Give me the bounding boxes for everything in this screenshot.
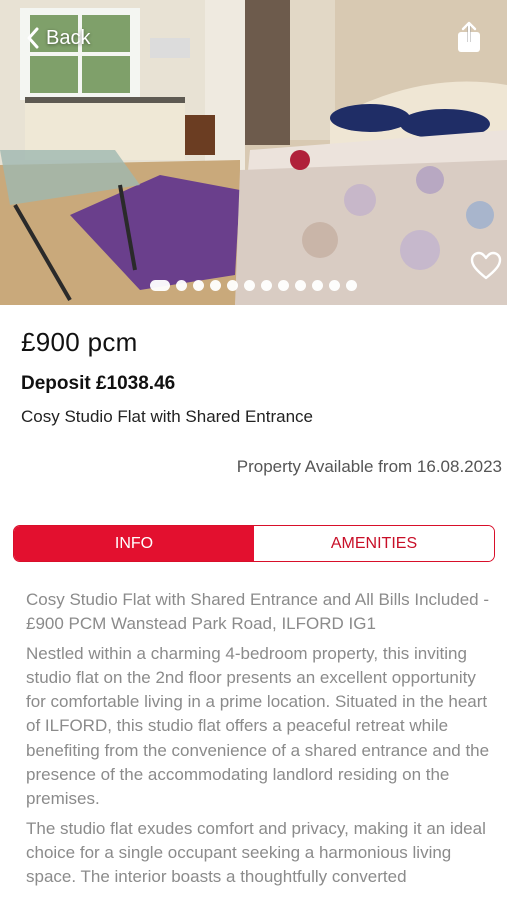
tab-info[interactable]: INFO xyxy=(14,526,254,561)
gallery-dot[interactable] xyxy=(210,280,221,291)
property-photo-gallery[interactable]: Back xyxy=(0,0,507,305)
share-icon xyxy=(458,21,480,52)
gallery-dot[interactable] xyxy=(150,280,170,291)
listing-deposit: Deposit £1038.46 xyxy=(21,373,176,394)
detail-tabs: INFO AMENITIES xyxy=(13,525,495,562)
gallery-dot[interactable] xyxy=(329,280,340,291)
gallery-dot[interactable] xyxy=(261,280,272,291)
share-button[interactable] xyxy=(455,20,483,54)
description-paragraph: Nestled within a charming 4-bedroom prop… xyxy=(26,643,490,809)
gallery-dot[interactable] xyxy=(244,280,255,291)
gallery-pagination xyxy=(0,280,507,291)
listing-price: £900 pcm xyxy=(21,327,138,357)
listing-description: Cosy Studio Flat with Shared Entrance an… xyxy=(26,588,496,895)
gallery-dot[interactable] xyxy=(278,280,289,291)
gallery-dot[interactable] xyxy=(193,280,204,291)
gallery-dot[interactable] xyxy=(346,280,357,291)
listing-title: Cosy Studio Flat with Shared Entrance xyxy=(21,407,313,426)
heart-icon xyxy=(470,251,502,280)
back-button[interactable]: Back xyxy=(26,22,90,54)
description-paragraph: Cosy Studio Flat with Shared Entrance an… xyxy=(26,590,490,634)
chevron-left-icon xyxy=(27,27,39,49)
gallery-dot[interactable] xyxy=(227,280,238,291)
tab-amenities[interactable]: AMENITIES xyxy=(254,526,494,561)
favorite-button[interactable] xyxy=(470,251,502,281)
gallery-dot[interactable] xyxy=(176,280,187,291)
gallery-dot[interactable] xyxy=(312,280,323,291)
availability-date: Property Available from 16.08.2023 xyxy=(236,457,502,476)
description-paragraph: The studio flat exudes comfort and priva… xyxy=(26,818,486,887)
back-label: Back xyxy=(46,26,91,49)
gallery-dot[interactable] xyxy=(295,280,306,291)
